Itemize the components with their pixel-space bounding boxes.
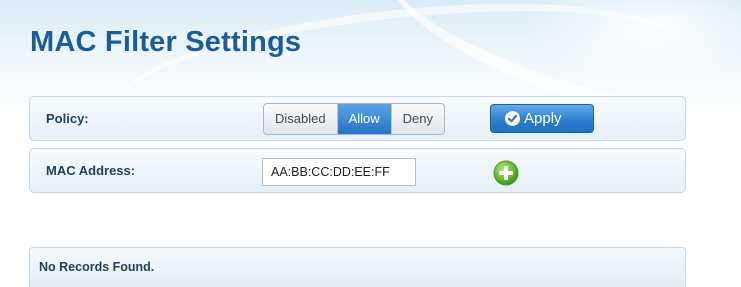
checkmark-icon	[505, 111, 520, 126]
mac-address-label: MAC Address:	[46, 163, 136, 178]
policy-option-allow[interactable]: Allow	[337, 104, 392, 134]
policy-label: Policy:	[46, 111, 89, 126]
apply-button-label: Apply	[524, 110, 562, 127]
page-title: MAC Filter Settings	[30, 26, 302, 58]
mac-address-row: MAC Address:	[29, 148, 686, 193]
plus-circle-icon[interactable]	[493, 160, 519, 186]
records-table: No Records Found.	[29, 247, 686, 287]
no-records-message: No Records Found.	[39, 260, 155, 274]
mac-address-input[interactable]	[262, 158, 416, 186]
policy-segmented-control: Disabled Allow Deny	[263, 103, 446, 135]
policy-option-deny[interactable]: Deny	[392, 104, 444, 134]
policy-option-disabled[interactable]: Disabled	[264, 104, 338, 134]
policy-row: Policy: Disabled Allow Deny Apply	[29, 96, 686, 141]
apply-button[interactable]: Apply	[490, 104, 594, 133]
